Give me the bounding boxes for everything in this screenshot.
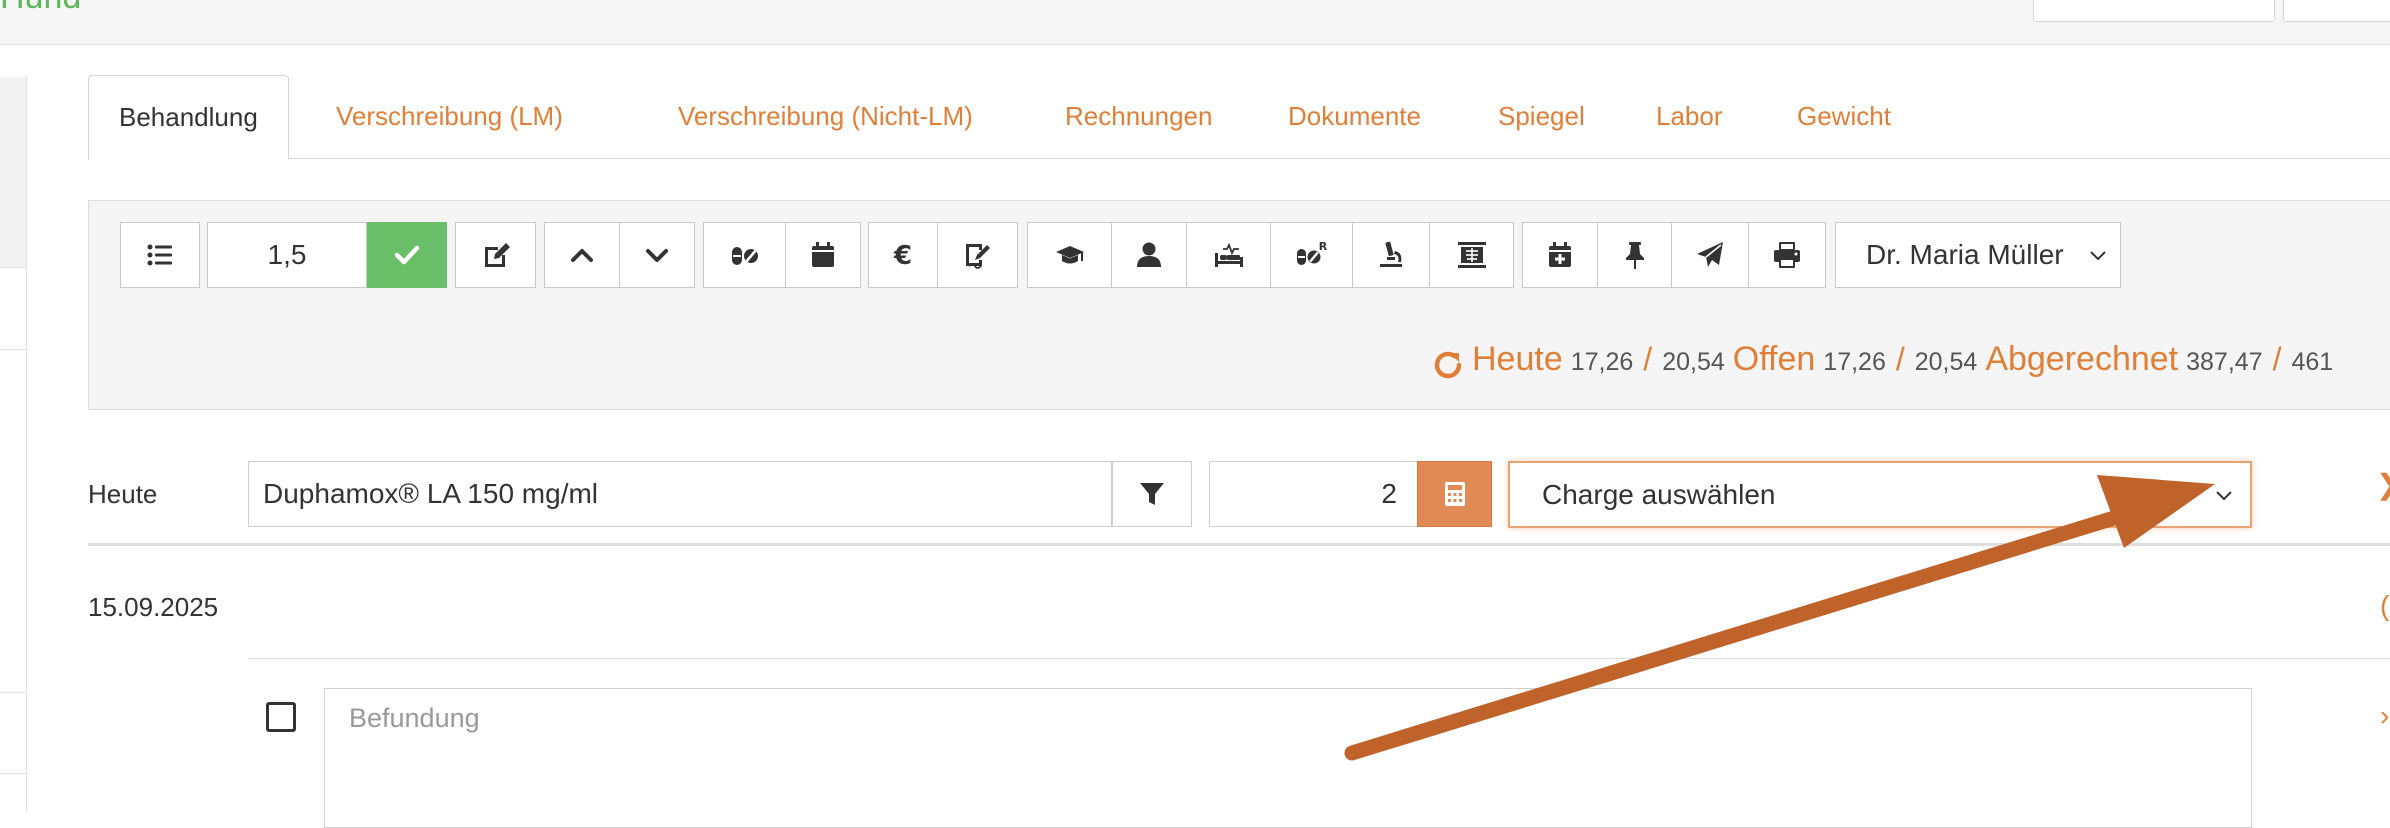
sidebar-divider <box>0 773 26 774</box>
xray-icon <box>1457 242 1486 268</box>
lab-button[interactable] <box>1352 222 1430 288</box>
chevron-down-icon <box>2090 251 2106 261</box>
tab-labor[interactable]: Labor <box>1626 75 1753 158</box>
separator: / <box>2272 341 2282 377</box>
sidebar-divider <box>0 267 26 268</box>
history-action-icon[interactable]: ( <box>2380 590 2389 622</box>
filter-button[interactable] <box>1112 461 1192 527</box>
add-appointment-button[interactable] <box>1522 222 1598 288</box>
chevron-down-icon <box>2216 491 2232 501</box>
heute-label: Heute <box>1472 340 1563 378</box>
abgerechnet-label: Abgerechnet <box>1985 340 2179 378</box>
tab-spiegel[interactable]: Spiegel <box>1468 75 1615 158</box>
abgerechnet-value-b: 461 <box>2291 348 2334 376</box>
patient-owner-button[interactable] <box>1111 222 1187 288</box>
patient-title: Hund <box>0 0 81 17</box>
send-icon <box>1697 242 1723 267</box>
offen-value-b: 20,54 <box>1914 348 1978 376</box>
sidebar-shade <box>0 77 26 267</box>
section-divider <box>88 543 2390 546</box>
separator: / <box>1643 341 1653 377</box>
offen-label: Offen <box>1732 340 1816 378</box>
doctor-select-value: Dr. Maria Müller <box>1866 239 2064 270</box>
factor-input[interactable] <box>207 222 367 288</box>
confirm-button[interactable] <box>367 222 447 288</box>
refresh-icon[interactable] <box>1430 347 1466 383</box>
separator: / <box>1895 341 1905 377</box>
xray-button[interactable] <box>1429 222 1514 288</box>
entry-row-label: Heute <box>88 479 158 509</box>
heute-value-b: 20,54 <box>1662 348 1725 376</box>
batch-select-placeholder: Charge auswählen <box>1542 478 1776 510</box>
row-action-icon[interactable]: ❯ <box>2376 468 2390 501</box>
chevron-up-icon <box>571 249 593 262</box>
entry-divider <box>248 658 2390 659</box>
calculator-button[interactable] <box>1417 461 1492 527</box>
calendar-plus-icon <box>1549 242 1571 267</box>
edit-button[interactable] <box>455 222 536 288</box>
send-button[interactable] <box>1671 222 1749 288</box>
findings-checkbox[interactable] <box>266 702 296 732</box>
svg-text:R: R <box>1318 240 1327 253</box>
prescription-button[interactable]: R <box>1270 222 1353 288</box>
batch-select[interactable]: Charge auswählen <box>1508 461 2252 528</box>
left-sidebar <box>0 77 27 812</box>
edit-icon <box>484 243 510 267</box>
signature-button[interactable] <box>937 222 1018 288</box>
top-action-button[interactable] <box>2033 0 2275 22</box>
heute-value-a: 17,26 <box>1570 348 1634 376</box>
education-button[interactable] <box>1027 222 1112 288</box>
tab-verschreibung-nicht-lm[interactable]: Verschreibung (Nicht-LM) <box>648 75 1003 158</box>
tab-verschreibung-lm[interactable]: Verschreibung (LM) <box>306 75 593 158</box>
pills-icon <box>731 247 758 265</box>
doctor-select[interactable]: Dr. Maria Müller <box>1835 222 2121 288</box>
pin-button[interactable] <box>1597 222 1672 288</box>
filter-icon <box>1140 483 1164 505</box>
top-bar: Hund <box>0 0 2390 45</box>
findings-action-icon[interactable]: › <box>2380 700 2389 732</box>
tab-bar: Behandlung Verschreibung (LM) Verschreib… <box>88 75 2390 160</box>
chevron-down-icon <box>646 249 668 262</box>
drug-search-input[interactable] <box>248 461 1112 527</box>
move-up-button[interactable] <box>544 222 620 288</box>
top-action-button[interactable] <box>2283 0 2390 22</box>
microscope-icon <box>1380 241 1402 267</box>
offen-value-a: 17,26 <box>1823 348 1886 376</box>
check-icon <box>394 245 420 265</box>
print-button[interactable] <box>1748 222 1826 288</box>
signature-icon <box>965 244 990 269</box>
pin-icon <box>1625 242 1644 269</box>
billing-button[interactable]: € <box>868 222 938 288</box>
svg-text:€: € <box>893 241 912 271</box>
inpatient-button[interactable] <box>1186 222 1271 288</box>
procedures-bed-icon <box>1214 242 1243 267</box>
sidebar-divider <box>0 692 26 693</box>
euro-icon: € <box>893 241 912 271</box>
abgerechnet-value-a: 387,47 <box>2186 348 2263 376</box>
pills-rx-icon: R <box>1296 240 1327 265</box>
tab-behandlung[interactable]: Behandlung <box>88 75 289 160</box>
sidebar-divider <box>0 349 26 350</box>
list-button[interactable] <box>120 222 200 288</box>
user-icon <box>1137 242 1161 267</box>
calendar-icon <box>812 242 834 267</box>
print-icon <box>1774 242 1800 268</box>
tab-dokumente[interactable]: Dokumente <box>1258 75 1451 158</box>
move-down-button[interactable] <box>619 222 695 288</box>
tab-rechnungen[interactable]: Rechnungen <box>1035 75 1242 158</box>
tab-gewicht[interactable]: Gewicht <box>1767 75 1921 158</box>
medication-button[interactable] <box>703 222 786 288</box>
calculator-icon <box>1444 482 1465 506</box>
calendar-button[interactable] <box>785 222 861 288</box>
graduation-cap-icon <box>1055 246 1084 264</box>
entry-date: 15.09.2025 <box>88 592 219 622</box>
totals-summary: Heute 17,26 / 20,54 Offen 17,26 / 20,54 … <box>1430 340 2333 390</box>
quantity-input[interactable] <box>1209 461 1418 527</box>
list-icon <box>147 244 172 266</box>
findings-textarea[interactable] <box>324 688 2252 828</box>
